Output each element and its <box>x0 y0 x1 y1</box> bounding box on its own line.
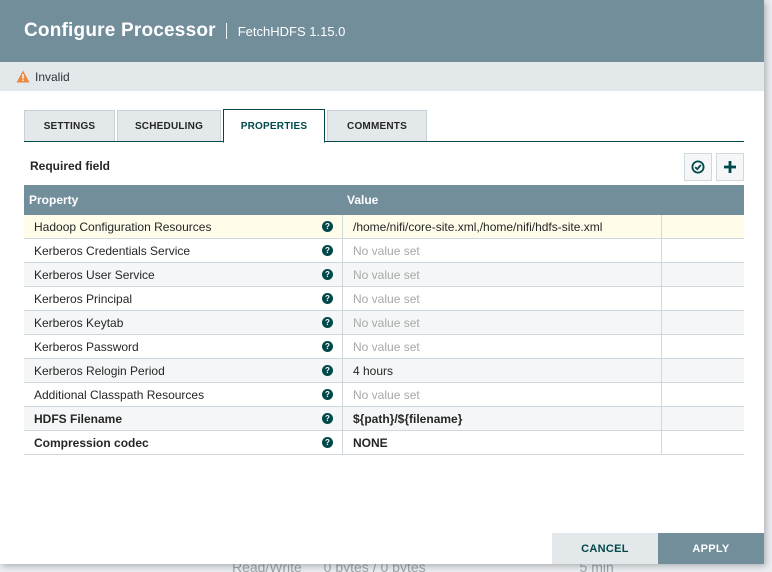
row-actions-cell <box>662 335 744 358</box>
property-value-cell[interactable]: 4 hours <box>343 359 662 382</box>
help-icon[interactable]: ? <box>322 341 333 352</box>
help-icon[interactable]: ? <box>322 437 333 448</box>
tab-properties[interactable]: PROPERTIES <box>223 109 325 143</box>
property-name-cell: Kerberos Principal? <box>24 287 343 310</box>
tab-scheduling[interactable]: SCHEDULING <box>117 110 221 141</box>
table-row[interactable]: Kerberos Password? No value set <box>24 335 744 359</box>
property-name: Hadoop Configuration Resources <box>34 219 212 234</box>
column-header-value[interactable]: Value <box>343 193 378 207</box>
table-row[interactable]: HDFS Filename? ${path}/${filename} <box>24 407 744 431</box>
property-name-cell: Kerberos User Service? <box>24 263 343 286</box>
cancel-button[interactable]: CANCEL <box>552 533 658 564</box>
property-name: Kerberos Keytab <box>34 315 124 330</box>
property-name-cell: Kerberos Relogin Period? <box>24 359 343 382</box>
property-value-cell[interactable]: No value set <box>343 263 662 286</box>
help-icon[interactable]: ? <box>322 413 333 424</box>
row-actions-cell <box>662 311 744 334</box>
verify-properties-button[interactable] <box>684 153 712 181</box>
property-value: No value set <box>353 267 420 282</box>
table-row[interactable]: Kerberos User Service? No value set <box>24 263 744 287</box>
dialog-header: Configure Processor FetchHDFS 1.15.0 <box>0 0 764 62</box>
property-value-cell[interactable]: ${path}/${filename} <box>343 407 662 430</box>
tab-bar: SETTINGS SCHEDULING PROPERTIES COMMENTS <box>24 109 744 143</box>
help-icon[interactable]: ? <box>322 293 333 304</box>
apply-button[interactable]: APPLY <box>658 533 764 564</box>
property-value: No value set <box>353 291 420 306</box>
required-field-legend: Required field <box>30 159 111 173</box>
row-actions-cell <box>662 215 744 238</box>
dialog-title: Configure Processor <box>24 20 216 41</box>
table-row[interactable]: Kerberos Relogin Period? 4 hours <box>24 359 744 383</box>
property-name: Compression codec <box>34 435 149 450</box>
property-name: Kerberos Credentials Service <box>34 243 191 258</box>
row-actions-cell <box>662 407 744 430</box>
property-value-cell[interactable]: NONE <box>343 431 662 454</box>
property-value: 4 hours <box>353 363 394 378</box>
help-icon[interactable]: ? <box>322 365 333 376</box>
row-actions-cell <box>662 239 744 262</box>
row-actions-cell <box>662 263 744 286</box>
property-name-cell: Kerberos Password? <box>24 335 343 358</box>
table-row[interactable]: Additional Classpath Resources? No value… <box>24 383 744 407</box>
help-icon[interactable]: ? <box>322 269 333 280</box>
validation-status-bar: Invalid <box>0 62 764 91</box>
column-header-property[interactable]: Property <box>24 193 343 207</box>
add-property-button[interactable] <box>716 153 744 181</box>
property-value: No value set <box>353 339 420 354</box>
property-name: Kerberos User Service <box>34 267 155 282</box>
row-actions-cell <box>662 383 744 406</box>
table-header: Property Value <box>24 185 744 215</box>
row-actions-cell <box>662 359 744 382</box>
property-value: No value set <box>353 315 420 330</box>
table-row[interactable]: Kerberos Credentials Service? No value s… <box>24 239 744 263</box>
property-name: Additional Classpath Resources <box>34 387 205 402</box>
tab-settings[interactable]: SETTINGS <box>24 110 115 141</box>
property-value: No value set <box>353 243 420 258</box>
help-icon[interactable]: ? <box>322 317 333 328</box>
property-value-cell[interactable]: No value set <box>343 287 662 310</box>
table-row[interactable]: Kerberos Principal? No value set <box>24 287 744 311</box>
property-name-cell: Kerberos Keytab? <box>24 311 343 334</box>
table-row[interactable]: Hadoop Configuration Resources? /home/ni… <box>24 215 744 239</box>
properties-table: Property Value Hadoop Configuration Reso… <box>24 185 744 455</box>
property-value-cell[interactable]: No value set <box>343 239 662 262</box>
table-row[interactable]: Compression codec? NONE <box>24 431 744 455</box>
property-name: HDFS Filename <box>34 411 123 426</box>
property-value-cell[interactable]: No value set <box>343 311 662 334</box>
property-name: Kerberos Principal <box>34 291 133 306</box>
property-name-cell: Hadoop Configuration Resources? <box>24 215 343 238</box>
help-icon[interactable]: ? <box>322 221 333 232</box>
help-icon[interactable]: ? <box>322 245 333 256</box>
processor-type: FetchHDFS 1.15.0 <box>237 23 346 39</box>
tab-comments[interactable]: COMMENTS <box>327 110 427 141</box>
warning-icon <box>16 70 30 83</box>
property-name-cell: Additional Classpath Resources? <box>24 383 343 406</box>
property-value: /home/nifi/core-site.xml,/home/nifi/hdfs… <box>353 219 603 234</box>
configure-processor-dialog: Configure Processor FetchHDFS 1.15.0 Inv… <box>0 0 764 564</box>
plus-icon <box>724 161 736 173</box>
check-circle-icon <box>691 160 705 174</box>
property-value-cell[interactable]: No value set <box>343 383 662 406</box>
property-name-cell: HDFS Filename? <box>24 407 343 430</box>
help-icon[interactable]: ? <box>322 389 333 400</box>
property-value-cell[interactable]: No value set <box>343 335 662 358</box>
title-divider <box>225 23 227 39</box>
table-row[interactable]: Kerberos Keytab? No value set <box>24 311 744 335</box>
row-actions-cell <box>662 287 744 310</box>
property-name-cell: Compression codec? <box>24 431 343 454</box>
property-name: Kerberos Password <box>34 339 139 354</box>
property-value: NONE <box>353 435 388 450</box>
property-value: No value set <box>353 387 420 402</box>
property-name: Kerberos Relogin Period <box>34 363 165 378</box>
property-value-cell[interactable]: /home/nifi/core-site.xml,/home/nifi/hdfs… <box>343 215 662 238</box>
property-name-cell: Kerberos Credentials Service? <box>24 239 343 262</box>
row-actions-cell <box>662 431 744 454</box>
status-text: Invalid <box>35 69 70 84</box>
property-value: ${path}/${filename} <box>353 411 463 426</box>
